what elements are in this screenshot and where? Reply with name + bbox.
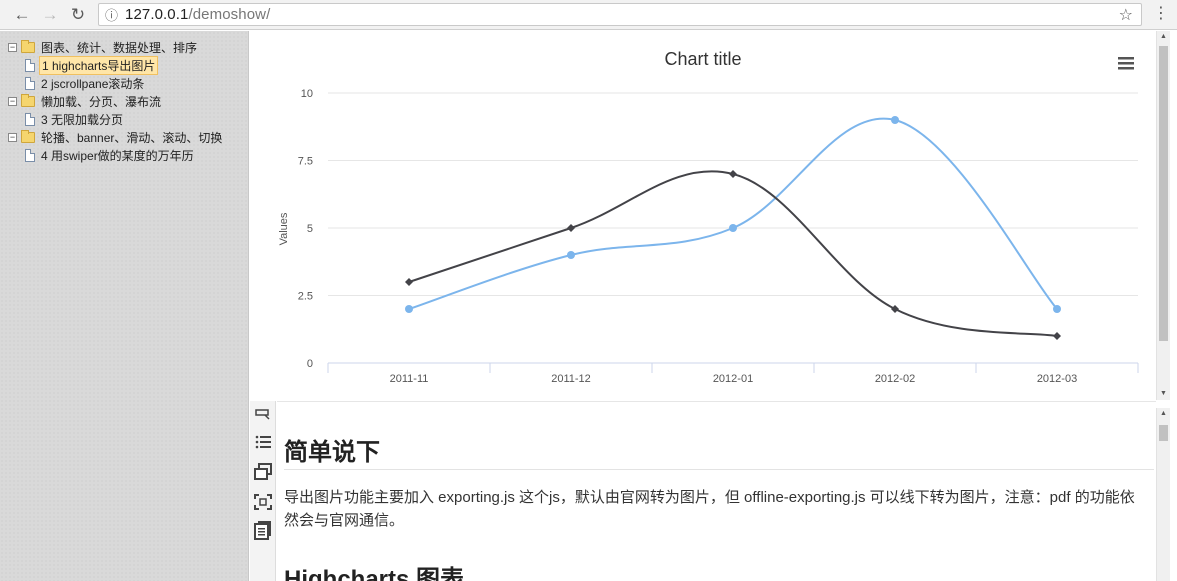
y-axis-label: Values: [278, 212, 290, 245]
chart-scrollbar[interactable]: ▲ ▼: [1156, 31, 1170, 400]
tree-group[interactable]: − 轮播、banner、滑动、滚动、切换: [8, 128, 224, 146]
x-tick-label: 2011-11: [390, 373, 429, 385]
chart-menu-icon[interactable]: [1116, 55, 1136, 73]
x-tick-label: 2011-12: [551, 373, 591, 385]
file-icon: [25, 76, 35, 90]
clipboard-icon[interactable]: [253, 520, 273, 540]
scrollbar-thumb[interactable]: [1159, 46, 1168, 341]
chart-title: Chart title: [664, 49, 741, 69]
series-line[interactable]: [408, 117, 1058, 310]
doc-subheading: Highcharts 图表: [284, 566, 465, 581]
tree-group[interactable]: − 图表、统计、数据处理、排序: [8, 38, 199, 56]
doc-scroll-up-arrow-icon[interactable]: ▲: [1157, 408, 1170, 420]
y-tick-label: 5: [307, 223, 313, 235]
reload-icon[interactable]: ↻: [64, 1, 92, 29]
file-icon: [25, 112, 35, 126]
info-icon[interactable]: ⓘ: [105, 5, 125, 24]
folder-icon: [21, 129, 35, 143]
doc-content: 简单说下 导出图片功能主要加入 exporting.js 这个js，默认由官网转…: [277, 401, 1156, 581]
data-point[interactable]: [1053, 332, 1061, 340]
data-point[interactable]: [891, 305, 899, 313]
doc-scrollbar[interactable]: ▲: [1156, 408, 1170, 581]
x-tick-label: 2012-01: [713, 373, 753, 385]
folder-icon: [21, 93, 35, 107]
line-chart: Chart title Values 0 2.5 5 7.5 10 2011-11 201…: [278, 49, 1139, 385]
tree-group-label: 图表、统计、数据处理、排序: [41, 40, 198, 55]
tree-item[interactable]: 4 用swiper做的某度的万年历: [25, 146, 196, 164]
url-path: /demoshow/: [188, 6, 271, 23]
tree-item-label: 1 highcharts导出图片: [39, 55, 159, 75]
x-tick-label: 2012-03: [1037, 373, 1077, 385]
chart-container: Chart title Values 0 2.5 5 7.5 10 2011-11 201…: [250, 31, 1156, 400]
bookmark-star-icon[interactable]: ☆: [1119, 5, 1133, 25]
tree-group-label: 轮播、banner、滑动、滚动、切换: [41, 130, 223, 145]
tree-item-label: 2 jscrollpane滚动条: [41, 76, 145, 91]
doc-paragraph: 导出图片功能主要加入 exporting.js 这个js，默认由官网转为图片，但…: [284, 489, 1135, 529]
series-line[interactable]: [408, 170, 1058, 337]
scroll-down-arrow-icon[interactable]: ▼: [1157, 388, 1170, 400]
x-tick-label: 2012-02: [875, 373, 915, 385]
collapse-toggle-icon[interactable]: −: [8, 96, 17, 106]
forward-arrow-icon[interactable]: →: [36, 1, 64, 29]
data-point[interactable]: [891, 116, 899, 124]
doc-scrollbar-thumb[interactable]: [1159, 425, 1168, 441]
y-tick-label: 0: [307, 358, 313, 370]
tree-item[interactable]: 2 jscrollpane滚动条: [25, 74, 146, 92]
back-arrow-icon[interactable]: ←: [8, 1, 36, 29]
y-tick-label: 7.5: [298, 156, 313, 168]
tree-item[interactable]: 3 无限加载分页: [25, 110, 125, 128]
data-point[interactable]: [405, 278, 413, 286]
doc-divider: [284, 469, 1154, 470]
data-point[interactable]: [729, 170, 737, 178]
magnifier-icon[interactable]: [253, 404, 273, 424]
tree-item-label: 3 无限加载分页: [41, 112, 124, 127]
data-point[interactable]: [1053, 305, 1061, 313]
list-icon[interactable]: [253, 432, 273, 452]
address-bar[interactable]: ⓘ 127.0.0.1/demoshow/ ☆: [98, 3, 1142, 26]
window-copy-icon[interactable]: [253, 462, 273, 482]
data-point[interactable]: [567, 224, 575, 232]
doc-heading: 简单说下: [284, 439, 380, 466]
file-icon: [25, 58, 35, 72]
data-point[interactable]: [567, 251, 575, 259]
tree-item-label: 4 用swiper做的某度的万年历: [41, 148, 194, 163]
folder-icon: [21, 39, 35, 53]
tree-sidebar: − 图表、统计、数据处理、排序 1 highcharts导出图片 2 jscrollp…: [0, 31, 249, 581]
scroll-up-arrow-icon[interactable]: ▲: [1157, 31, 1170, 43]
fullscreen-icon[interactable]: [253, 492, 273, 512]
data-point[interactable]: [729, 224, 737, 232]
browser-menu-icon[interactable]: ⋮: [1153, 5, 1169, 23]
tree-group-label: 懒加载、分页、瀑布流: [41, 94, 162, 109]
tree-item[interactable]: 1 highcharts导出图片: [25, 55, 159, 75]
url-host: 127.0.0.1: [125, 6, 189, 23]
doc-toolbar: [250, 401, 276, 581]
data-point[interactable]: [405, 305, 413, 313]
y-tick-label: 10: [301, 88, 313, 100]
y-tick-label: 2.5: [298, 291, 313, 303]
url-text: 127.0.0.1/demoshow/: [125, 6, 270, 23]
tree-group[interactable]: − 懒加载、分页、瀑布流: [8, 92, 163, 110]
browser-toolbar: ← → ↻ ⓘ 127.0.0.1/demoshow/ ☆ ⋮: [0, 0, 1177, 30]
file-icon: [25, 148, 35, 162]
collapse-toggle-icon[interactable]: −: [8, 132, 17, 142]
collapse-toggle-icon[interactable]: −: [8, 42, 17, 52]
